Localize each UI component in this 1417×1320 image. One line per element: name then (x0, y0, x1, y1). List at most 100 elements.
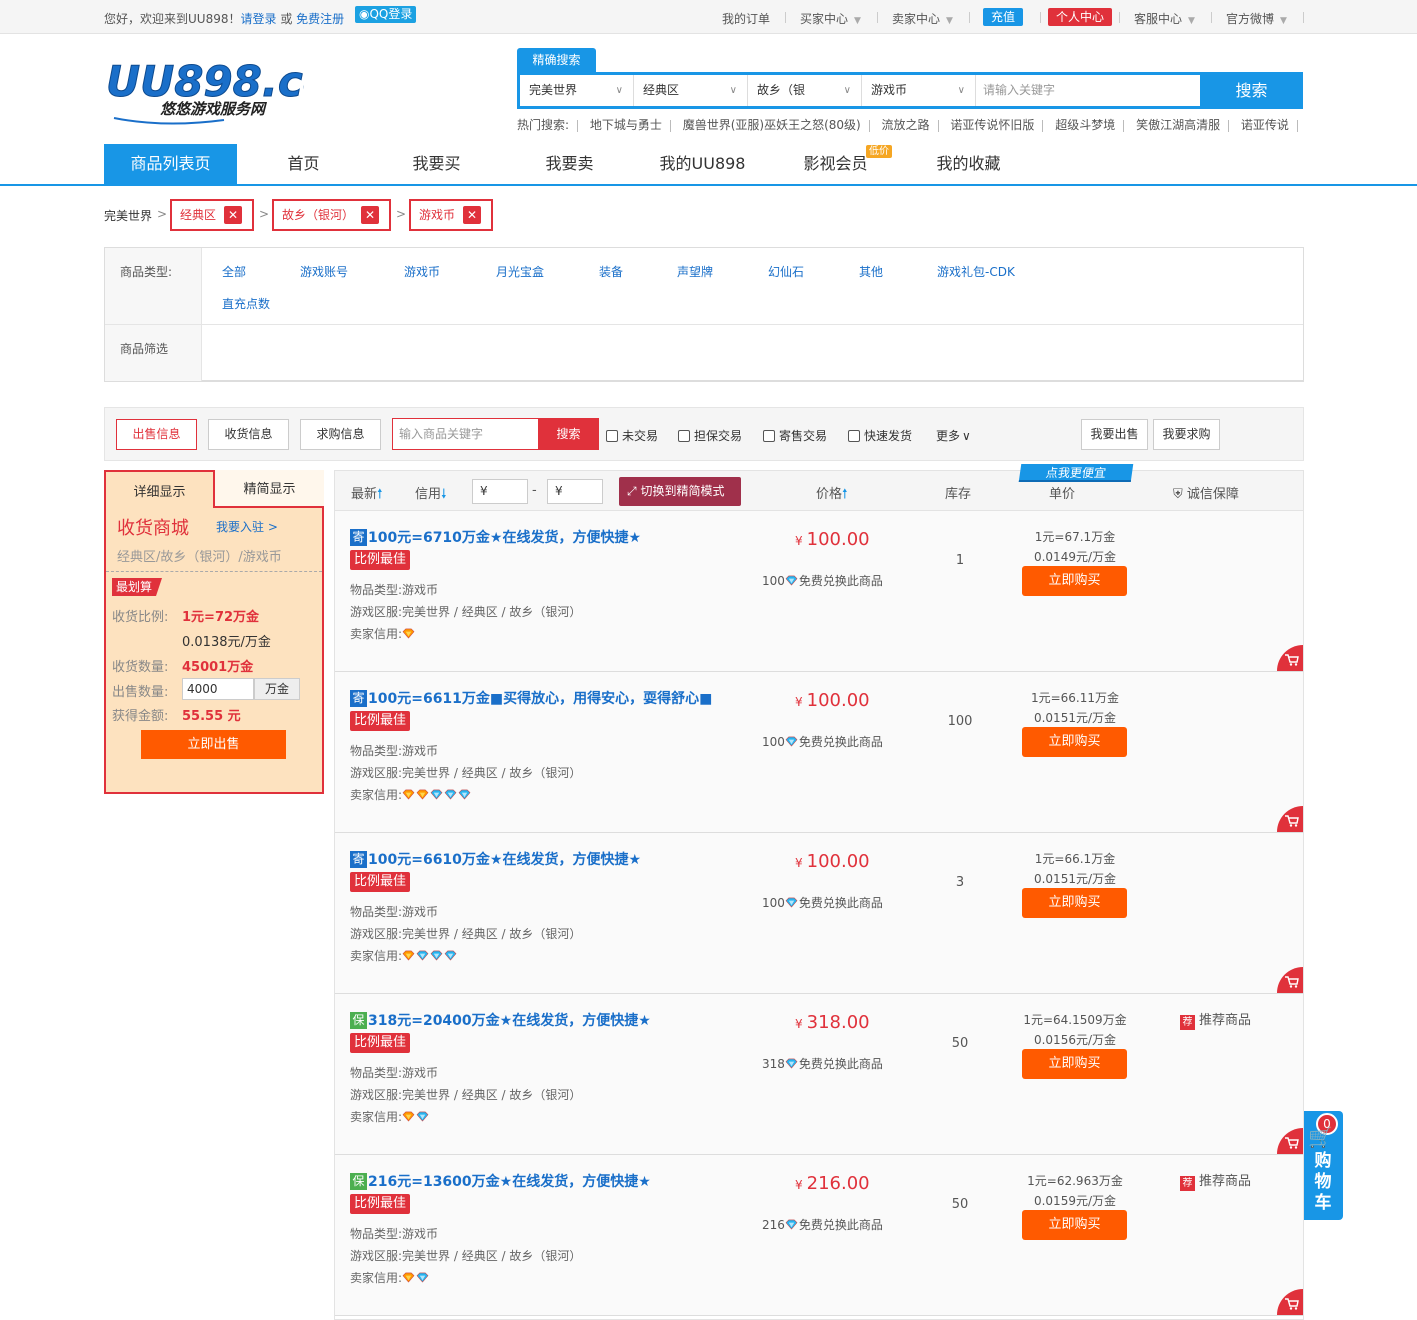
type-recharge[interactable]: 直充点数 (222, 295, 270, 312)
listing-row[interactable]: 保 318元=20400万金★在线发货，方便快捷★ 比例最佳 物品类型:游戏币 游… (335, 994, 1303, 1155)
top-nav-seller-center[interactable]: 卖家中心 ▼ (892, 10, 953, 27)
buy-now-button[interactable]: 立即购买 (1022, 1049, 1127, 1079)
close-icon[interactable]: ✕ (463, 206, 481, 224)
checkbox[interactable] (848, 430, 860, 442)
hot-search-item[interactable]: 诺亚传说怀旧版 (950, 118, 1034, 132)
floating-cart[interactable]: 0 🛒 购物车 (1304, 1111, 1343, 1220)
search-button[interactable]: 搜索 (1200, 72, 1303, 109)
type-immortal-stone[interactable]: 幻仙石 (768, 263, 804, 280)
join-link[interactable]: 我要入驻 > (216, 518, 278, 535)
add-to-cart-button[interactable] (1277, 1289, 1303, 1315)
type-equipment[interactable]: 装备 (599, 263, 623, 280)
type-other[interactable]: 其他 (859, 263, 883, 280)
hot-search-item[interactable]: 地下城与勇士 (590, 118, 662, 132)
sort-price[interactable]: 价格🠕 (816, 483, 848, 507)
checkbox[interactable] (678, 430, 690, 442)
qq-login-button[interactable]: ◉QQ登录 (355, 6, 417, 23)
sell-button[interactable]: 我要出售 (1081, 419, 1148, 450)
listing-row[interactable]: 保 216元=13600万金★在线发货，方便快捷★ 比例最佳 物品类型:游戏币 游… (335, 1155, 1303, 1316)
add-to-cart-button[interactable] (1277, 645, 1303, 671)
checkbox[interactable] (606, 430, 618, 442)
tab-simple-view[interactable]: 精简显示 (215, 470, 324, 508)
type-currency[interactable]: 游戏币 (404, 263, 440, 280)
server-select[interactable]: 故乡（银 ∨ (748, 75, 862, 106)
top-nav-buyer-center[interactable]: 买家中心 ▼ (800, 10, 861, 27)
site-logo[interactable]: UU898.com 悠悠游戏服务网 (104, 52, 376, 128)
nav-home[interactable]: 首页 (237, 144, 370, 184)
nav-my-uu898[interactable]: 我的UU898 (636, 144, 769, 184)
unit-price-value: 0.0151元/万金 (1033, 872, 1117, 886)
buy-now-button[interactable]: 立即购买 (1022, 888, 1127, 918)
precise-search-tab[interactable]: 精确搜索 (517, 48, 596, 73)
breadcrumb-root[interactable]: 完美世界 (104, 207, 152, 224)
type-select[interactable]: 游戏币 ∨ (862, 75, 976, 106)
nav-favorites[interactable]: 我的收藏 (902, 144, 1035, 184)
cheaper-banner[interactable]: 点我更便宜 (1018, 464, 1134, 482)
check-untraded[interactable]: 未交易 (606, 427, 658, 444)
personal-center-button[interactable]: 个人中心 (1048, 8, 1113, 26)
close-icon[interactable]: ✕ (224, 206, 242, 224)
switch-simple-button[interactable]: ⤢ 切换到精简模式 (619, 477, 741, 506)
type-moonbox[interactable]: 月光宝盒 (496, 263, 544, 280)
tab-sell-info[interactable]: 出售信息 (116, 419, 197, 450)
recharge-button[interactable]: 充值 (983, 8, 1024, 26)
keyword-search-button[interactable]: 搜索 (538, 418, 599, 450)
tab-detail-view[interactable]: 详细显示 (104, 470, 215, 510)
listing-title[interactable]: 寄 100元=6611万金■买得放心，用得安心，耍得舒心■ (350, 688, 712, 708)
price-max-input[interactable]: ¥ (547, 479, 603, 504)
listing-title[interactable]: 保 318元=20400万金★在线发货，方便快捷★ (350, 1010, 651, 1030)
type-all[interactable]: 全部 (222, 263, 246, 280)
add-to-cart-button[interactable] (1277, 1128, 1303, 1154)
filter-chip-type[interactable]: 游戏币 ✕ (409, 199, 493, 231)
hot-search-item[interactable]: 诺亚传说 (1241, 118, 1289, 132)
tab-request-info[interactable]: 求购信息 (300, 419, 381, 450)
cart-icon: 🛒 (1308, 1125, 1333, 1149)
register-link[interactable]: 免费注册 (296, 12, 344, 26)
buy-now-button[interactable]: 立即购买 (1022, 1210, 1127, 1240)
more-dropdown[interactable]: 更多 ∨ (936, 427, 971, 444)
search-input[interactable]: 请输入关键字 (978, 75, 1200, 106)
check-consign[interactable]: 寄售交易 (763, 427, 827, 444)
hot-search-item[interactable]: 超级斗梦境 (1055, 118, 1115, 132)
buy-now-button[interactable]: 立即购买 (1022, 566, 1127, 596)
filter-chip-zone[interactable]: 经典区 ✕ (170, 199, 254, 231)
filter-chip-server[interactable]: 故乡（银河） ✕ (272, 199, 391, 231)
type-account[interactable]: 游戏账号 (300, 263, 348, 280)
type-reputation[interactable]: 声望牌 (677, 263, 713, 280)
keyword-input[interactable]: 输入商品关键字 (392, 418, 539, 450)
nav-sell[interactable]: 我要卖 (503, 144, 636, 184)
close-icon[interactable]: ✕ (361, 206, 379, 224)
check-guarantee[interactable]: 担保交易 (678, 427, 742, 444)
game-select[interactable]: 完美世界 ∨ (520, 75, 634, 106)
type-gift-cdk[interactable]: 游戏礼包-CDK (937, 263, 1015, 280)
sort-credit[interactable]: 信用🠗 (415, 483, 447, 507)
top-nav-weibo[interactable]: 官方微博 ▼ (1226, 10, 1287, 27)
listing-row[interactable]: 寄 100元=6710万金★在线发货，方便快捷★ 比例最佳 物品类型:游戏币 游戏… (335, 511, 1303, 672)
hot-search-item[interactable]: 笑傲江湖高清服 (1136, 118, 1220, 132)
sort-newest[interactable]: 最新🠕 (351, 483, 383, 507)
top-nav-service-center[interactable]: 客服中心 ▼ (1134, 10, 1195, 27)
price-min-input[interactable]: ¥ (472, 479, 528, 504)
add-to-cart-button[interactable] (1277, 806, 1303, 832)
listing-title[interactable]: 寄 100元=6610万金★在线发货，方便快捷★ (350, 849, 641, 869)
buy-now-button[interactable]: 立即购买 (1022, 727, 1127, 757)
listing-row[interactable]: 寄 100元=6610万金★在线发货，方便快捷★ 比例最佳 物品类型:游戏币 游戏… (335, 833, 1303, 994)
listing-title[interactable]: 保 216元=13600万金★在线发货，方便快捷★ (350, 1171, 651, 1191)
hot-search-item[interactable]: 魔兽世界(亚服)巫妖王之怒(80级) (683, 118, 861, 132)
zone-select[interactable]: 经典区 ∨ (634, 75, 748, 106)
listing-title[interactable]: 寄 100元=6710万金★在线发货，方便快捷★ (350, 527, 641, 547)
request-button[interactable]: 我要求购 (1153, 419, 1220, 450)
check-fast-ship[interactable]: 快速发货 (848, 427, 912, 444)
top-nav-orders[interactable]: 我的订单 (722, 10, 770, 27)
login-link[interactable]: 请登录 (240, 12, 276, 26)
add-to-cart-button[interactable] (1277, 967, 1303, 993)
sell-now-button[interactable]: 立即出售 (141, 730, 286, 759)
nav-product-list[interactable]: 商品列表页 (104, 144, 237, 184)
sell-qty-input[interactable]: 4000 (182, 678, 254, 700)
checkbox[interactable] (763, 430, 775, 442)
nav-buy[interactable]: 我要买 (370, 144, 503, 184)
tab-receive-info[interactable]: 收货信息 (208, 419, 289, 450)
sort-unit[interactable]: 单价 (1049, 483, 1075, 502)
hot-search-item[interactable]: 流放之路 (882, 118, 930, 132)
listing-row[interactable]: 寄 100元=6611万金■买得放心，用得安心，耍得舒心■ 比例最佳 物品类型:游… (335, 672, 1303, 833)
